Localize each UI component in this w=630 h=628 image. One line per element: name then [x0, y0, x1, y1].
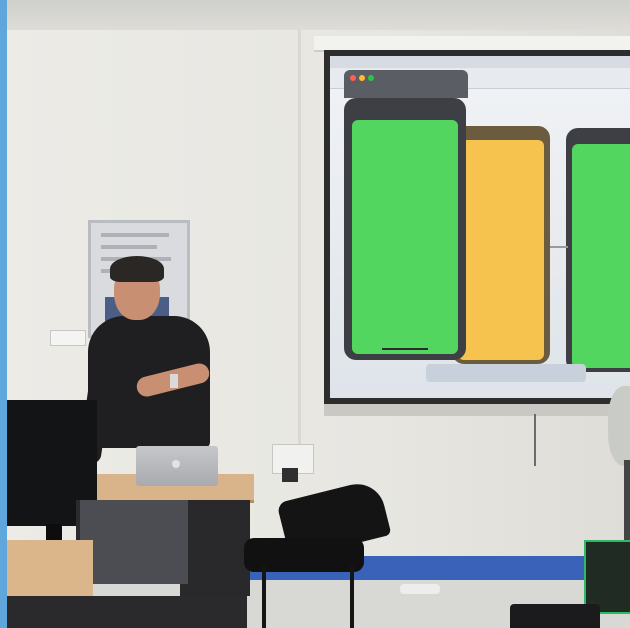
simulator-window-header	[344, 70, 468, 98]
wall-column-edge	[298, 30, 301, 460]
wall-outlet	[50, 330, 86, 346]
chair-leg	[262, 566, 266, 628]
green-trimmed-box	[584, 540, 630, 614]
zoom-dot-icon	[368, 75, 374, 81]
presenter-hair	[110, 256, 164, 282]
home-indicator	[382, 348, 428, 350]
phone-mockup-right	[566, 128, 630, 372]
screen-bottom-edge	[324, 404, 630, 416]
chair-leg	[350, 566, 354, 628]
left-blue-border	[0, 0, 7, 628]
minimize-dot-icon	[359, 75, 365, 81]
yellow-view	[458, 140, 544, 360]
front-desk-surface	[7, 540, 93, 600]
screen-pull-cord	[534, 414, 536, 466]
standing-fan-head	[608, 386, 630, 466]
close-dot-icon	[350, 75, 356, 81]
projected-menu-bar	[330, 56, 630, 68]
phone-mockup-main	[344, 98, 466, 360]
wristwatch	[170, 374, 178, 388]
green-view-right	[572, 144, 630, 368]
front-desk-panel	[7, 596, 247, 628]
desk-cabinet	[180, 500, 250, 596]
power-plug	[282, 468, 298, 482]
foreground-dark-object	[510, 604, 600, 628]
phone-mockup-yellow	[452, 126, 550, 364]
classroom-scene	[0, 0, 630, 628]
laptop-logo-icon	[172, 460, 180, 468]
green-view	[352, 120, 458, 354]
floor-cable	[400, 584, 440, 594]
segue-arrow	[550, 246, 568, 248]
laptop	[136, 446, 218, 486]
projected-bottom-bar	[426, 364, 586, 382]
standing-fan-pole	[624, 460, 630, 550]
projected-display	[330, 56, 630, 398]
